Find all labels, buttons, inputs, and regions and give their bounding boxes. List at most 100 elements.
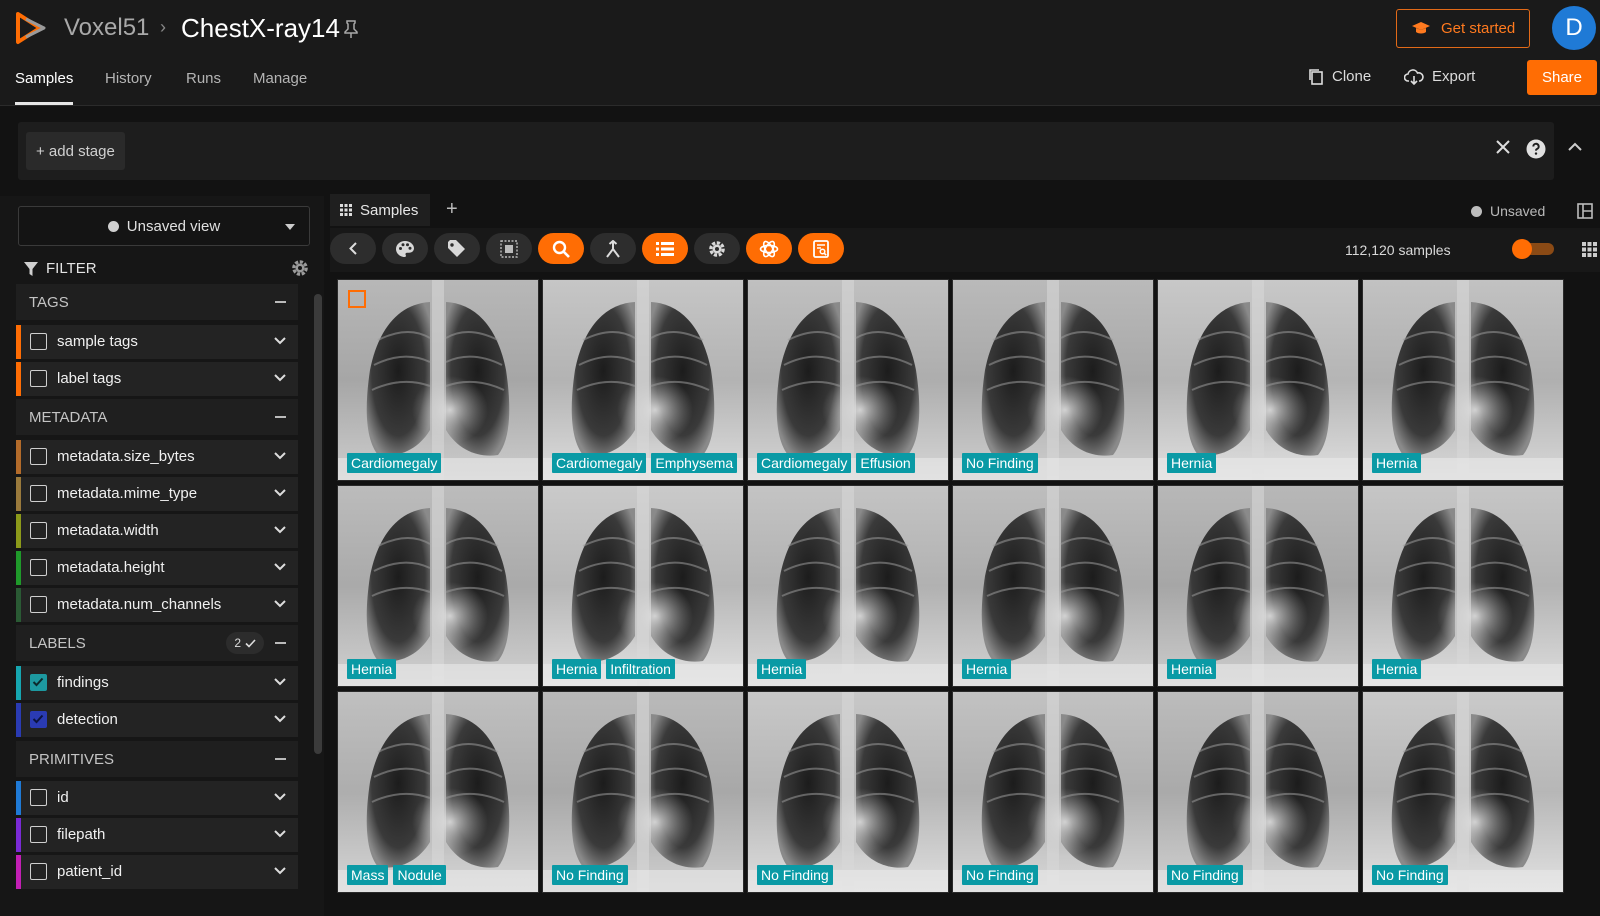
field-checkbox[interactable] xyxy=(30,370,47,387)
sample-tile[interactable]: No Finding xyxy=(1362,691,1564,893)
sample-tile[interactable]: Hernia xyxy=(952,485,1154,687)
field-checkbox-checked[interactable] xyxy=(30,674,47,691)
filter-item-detection[interactable]: detection xyxy=(16,703,298,737)
back-button[interactable] xyxy=(330,233,376,264)
grid-settings-button[interactable] xyxy=(694,233,740,264)
sidebar-scrollbar[interactable] xyxy=(314,294,322,754)
filter-item-findings[interactable]: findings xyxy=(16,666,298,700)
similarity-search-button[interactable] xyxy=(538,233,584,264)
sample-tile[interactable]: Hernia xyxy=(337,485,539,687)
sample-tile[interactable]: Cardiomegaly xyxy=(337,279,539,481)
field-checkbox[interactable] xyxy=(30,333,47,350)
sample-tile[interactable]: Cardiomegaly Emphysema xyxy=(542,279,744,481)
filter-item-sample-tags[interactable]: sample tags xyxy=(16,325,298,359)
field-checkbox-checked[interactable] xyxy=(30,711,47,728)
selection-button[interactable] xyxy=(486,233,532,264)
filter-item-patient-id[interactable]: patient_id xyxy=(16,855,298,889)
select-checkbox[interactable] xyxy=(348,290,366,308)
tab-runs[interactable]: Runs xyxy=(186,70,221,87)
media-toggle[interactable] xyxy=(1512,239,1554,259)
tab-manage[interactable]: Manage xyxy=(253,70,307,87)
field-checkbox[interactable] xyxy=(30,485,47,502)
sample-tile[interactable]: Cardiomegaly Effusion xyxy=(747,279,949,481)
filter-item-metadata-width[interactable]: metadata.width xyxy=(16,514,298,548)
sample-tile[interactable]: No Finding xyxy=(747,691,949,893)
chevron-down-icon[interactable] xyxy=(274,793,286,801)
field-checkbox[interactable] xyxy=(30,789,47,806)
collapse-icon[interactable] xyxy=(275,642,286,644)
chevron-down-icon[interactable] xyxy=(274,374,286,382)
add-stage-button[interactable]: + add stage xyxy=(26,132,125,170)
chevron-down-icon[interactable] xyxy=(274,526,286,534)
user-avatar[interactable]: D xyxy=(1552,6,1596,50)
get-started-button[interactable]: Get started xyxy=(1396,9,1530,48)
chevron-down-icon[interactable] xyxy=(274,489,286,497)
close-icon[interactable] xyxy=(1496,140,1510,154)
filter-item-metadata-height[interactable]: metadata.height xyxy=(16,551,298,585)
split-layout-icon[interactable] xyxy=(1577,203,1593,219)
sample-tile[interactable]: Hernia xyxy=(1157,279,1359,481)
sample-tile[interactable]: Hernia xyxy=(747,485,949,687)
field-checkbox[interactable] xyxy=(30,826,47,843)
sample-tile[interactable]: No Finding xyxy=(952,279,1154,481)
tag-button[interactable] xyxy=(434,233,480,264)
field-checkbox[interactable] xyxy=(30,596,47,613)
openai-plugin-button[interactable] xyxy=(746,233,792,264)
collapse-icon[interactable] xyxy=(275,416,286,418)
group-primitives[interactable]: PRIMITIVES xyxy=(16,741,298,777)
field-checkbox[interactable] xyxy=(30,863,47,880)
collapse-icon[interactable] xyxy=(275,758,286,760)
chevron-down-icon[interactable] xyxy=(274,867,286,875)
filter-item-metadata-num-channels[interactable]: metadata.num_channels xyxy=(16,588,298,622)
filter-item-id[interactable]: id xyxy=(16,781,298,815)
filter-item-metadata-mime-type[interactable]: metadata.mime_type xyxy=(16,477,298,511)
sample-tile[interactable]: Hernia Infiltration xyxy=(542,485,744,687)
chevron-down-icon[interactable] xyxy=(274,830,286,838)
color-scheme-button[interactable] xyxy=(382,233,428,264)
group-metadata[interactable]: METADATA xyxy=(16,399,298,435)
help-icon[interactable] xyxy=(1526,139,1546,159)
field-checkbox[interactable] xyxy=(30,522,47,539)
chevron-down-icon[interactable] xyxy=(274,715,286,723)
field-checkbox[interactable] xyxy=(30,448,47,465)
group-labels[interactable]: LABELS 2 xyxy=(16,625,298,661)
field-checkbox[interactable] xyxy=(30,559,47,576)
settings-gear-icon[interactable] xyxy=(290,258,310,278)
sample-tile[interactable]: No Finding xyxy=(542,691,744,893)
collapse-icon[interactable] xyxy=(275,301,286,303)
chevron-up-icon[interactable] xyxy=(1568,142,1582,151)
report-plugin-button[interactable] xyxy=(798,233,844,264)
clone-button[interactable]: Clone xyxy=(1308,68,1371,85)
brand-name[interactable]: Voxel51 xyxy=(64,14,149,42)
share-button[interactable]: Share xyxy=(1527,60,1597,95)
sample-tile[interactable]: No Finding xyxy=(952,691,1154,893)
sample-tile[interactable]: No Finding xyxy=(1157,691,1359,893)
samples-panel-tab[interactable]: Samples xyxy=(330,194,430,226)
view-selector[interactable]: Unsaved view xyxy=(18,206,310,246)
export-button[interactable]: Export xyxy=(1404,68,1475,85)
filter-item-filepath[interactable]: filepath xyxy=(16,818,298,852)
filter-item-metadata-size-bytes[interactable]: metadata.size_bytes xyxy=(16,440,298,474)
group-tags[interactable]: TAGS xyxy=(16,284,298,320)
toggle-knob[interactable] xyxy=(1512,239,1532,259)
list-view-button[interactable] xyxy=(642,233,688,264)
chevron-down-icon[interactable] xyxy=(274,678,286,686)
tab-history[interactable]: History xyxy=(105,70,152,87)
pin-icon[interactable] xyxy=(344,20,358,38)
chevron-down-icon[interactable] xyxy=(274,452,286,460)
chevron-down-icon[interactable] xyxy=(274,563,286,571)
dataset-title[interactable]: ChestX-ray14 xyxy=(181,13,340,44)
sample-tile[interactable]: Hernia xyxy=(1362,485,1564,687)
add-panel-icon[interactable]: + xyxy=(446,198,458,221)
tab-samples[interactable]: Samples xyxy=(15,70,73,87)
chevron-down-icon[interactable] xyxy=(274,600,286,608)
patches-button[interactable] xyxy=(590,233,636,264)
voxel51-logo-icon[interactable] xyxy=(14,10,48,46)
grid-layout-icon[interactable] xyxy=(1582,242,1597,257)
filter-item-label-tags[interactable]: label tags xyxy=(16,362,298,396)
sample-tile[interactable]: Mass Nodule xyxy=(337,691,539,893)
sample-tile[interactable]: Hernia xyxy=(1157,485,1359,687)
labels-count-badge[interactable]: 2 xyxy=(226,632,264,654)
chevron-down-icon[interactable] xyxy=(274,337,286,345)
sample-tile[interactable]: Hernia xyxy=(1362,279,1564,481)
